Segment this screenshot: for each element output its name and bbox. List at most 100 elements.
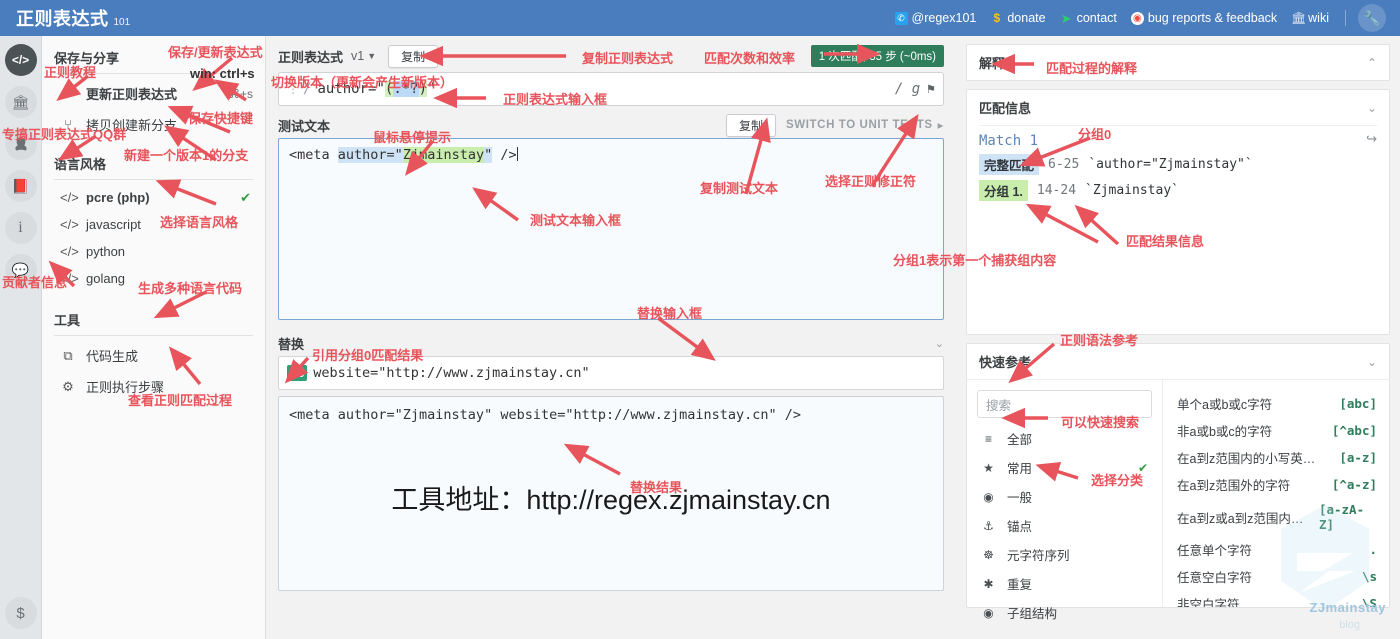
watermark-text: ZJmainstay — [1309, 600, 1386, 615]
annotation-a-group1: 分组1表示第一个捕获组内容 — [893, 253, 1057, 268]
reference-row[interactable]: 任意单个字符 . — [1177, 536, 1377, 563]
dollar-icon: $ — [993, 10, 1001, 25]
chevron-down-icon[interactable]: ⌄ — [1367, 101, 1377, 115]
option-flavor-javascript-label: javascript — [86, 217, 141, 232]
reference-code: \s — [1361, 569, 1377, 584]
test-section-title: 测试文本 — [278, 118, 331, 134]
chevron-down-icon[interactable]: ▼ — [367, 51, 376, 61]
annotation-a-view-steps: 查看正则匹配过程 — [128, 393, 233, 408]
match-label: Match 1 — [979, 133, 1039, 149]
annotation-a-quick-search: 可以快速搜索 — [1061, 415, 1140, 430]
explanation-title: 解释 — [979, 56, 1006, 71]
option-code-generator[interactable]: ⧉ 代码生成 — [42, 340, 265, 371]
annotation-a-save-share: 保存/更新表达式 — [168, 45, 263, 60]
layers-icon: ≡ — [984, 431, 992, 446]
header-link-bugs-label: bug reports & feedback — [1147, 11, 1278, 25]
header-link-bugs[interactable]: ◉ bug reports & feedback — [1127, 9, 1281, 27]
explanation-card-header[interactable]: 解释 ⌃ — [967, 45, 1389, 80]
header-link-donate[interactable]: $ donate — [986, 9, 1049, 27]
chevron-down-icon[interactable]: ⌄ — [935, 337, 944, 350]
category-quantifiers[interactable]: ✱ 重复 — [977, 569, 1152, 598]
reference-desc: 单个a或b或c字符 — [1177, 398, 1273, 412]
chevron-right-icon[interactable]: ▸ — [938, 118, 944, 132]
divider — [54, 179, 253, 180]
reference-code: [abc] — [1339, 396, 1377, 411]
flag-icon[interactable]: ⚑ — [927, 82, 935, 97]
option-flavor-python-label: python — [86, 244, 126, 259]
chevron-down-icon[interactable]: ⌄ — [1367, 355, 1377, 369]
annotation-a-qq-group: 专搞正则表达式QQ群 — [2, 127, 127, 142]
quick-reference-header[interactable]: 快速参考 ⌄ — [967, 344, 1389, 379]
category-group-constructs[interactable]: ◉ 子组结构 — [977, 598, 1152, 627]
github-icon: ◉ — [1130, 11, 1144, 25]
reference-row[interactable]: 在a到z范围外的字符 [^a-z] — [1177, 471, 1377, 498]
option-update-regex[interactable]: ↻ 更新正则表达式 ⌘+s — [42, 78, 265, 109]
rail-item-info[interactable]: i — [4, 212, 37, 244]
regex-flags[interactable]: / g ⚑ — [895, 81, 935, 97]
library-icon: 🏛 — [11, 93, 30, 110]
share-icon[interactable]: ↪ — [1366, 131, 1377, 147]
match-info-header[interactable]: 匹配信息 ⌄ — [967, 90, 1389, 125]
match-info-title: 匹配信息 — [979, 101, 1032, 116]
rail-item-donate[interactable]: $ — [4, 597, 37, 629]
category-quantifiers-label: 重复 — [1007, 578, 1033, 592]
replacement-token: $0 — [287, 365, 308, 381]
option-code-generator-label: 代码生成 — [86, 349, 139, 364]
rail-item-book[interactable]: 📕 — [4, 170, 37, 202]
option-flavor-pcre-label: pcre (php) — [86, 190, 150, 205]
reference-row[interactable]: 任意空白字符 \s — [1177, 563, 1377, 590]
regex-section-title: 正则表达式 — [278, 49, 344, 65]
test-string-input[interactable]: <meta author="Zjmainstay" /> — [278, 138, 944, 320]
match-count-badge: 1 次匹配, 35 步 (~0ms) — [810, 45, 944, 67]
test-text-match-end: " — [484, 147, 493, 163]
reference-row[interactable]: 在a到z或a到z范围内的… [a-zA-Z] — [1177, 498, 1377, 536]
rail-item-library[interactable]: 🏛 — [4, 86, 37, 118]
reference-row[interactable]: 在a到z范围内的小写英语字… [a-z] — [1177, 444, 1377, 471]
annotation-a-win-shortcut: win: ctrl+s — [190, 66, 255, 81]
match-row-full: 完整匹配 6-25 `author="Zjmainstay"` — [979, 154, 1377, 175]
asterisk-icon: ✱ — [983, 576, 994, 591]
center-column: 正则表达式 v1 ▼ 复制 1 次匹配, 35 步 (~0ms) ⋮ / aut… — [266, 36, 956, 639]
header-link-wiki[interactable]: 🏛 wiki — [1287, 9, 1333, 27]
donate-dollar-icon: $ — [16, 604, 25, 622]
copy-regex-button[interactable]: 复制 — [388, 44, 439, 68]
chevron-up-icon[interactable]: ⌃ — [1367, 56, 1377, 70]
annotation-a-copy-regex: 复制正则表达式 — [582, 51, 674, 66]
reference-desc: 任意单个字符 — [1177, 544, 1253, 558]
reference-desc: 非空白字符 — [1177, 598, 1240, 607]
annotation-a-copy-test: 复制测试文本 — [700, 181, 779, 196]
group-icon: ◉ — [983, 605, 994, 620]
check-icon: ✔ — [240, 189, 251, 205]
category-anchors[interactable]: ⚓ 锚点 — [977, 511, 1152, 540]
annotation-a-explain: 匹配过程的解释 — [1046, 61, 1138, 76]
option-update-regex-shortcut: ⌘+s — [227, 86, 253, 101]
group1-value: `Zjmainstay` — [1085, 183, 1179, 198]
regex-version-label[interactable]: v1 — [351, 49, 364, 63]
reference-row[interactable]: 单个a或b或c字符 [abc] — [1177, 390, 1377, 417]
category-meta-sequences[interactable]: ☸ 元字符序列 — [977, 540, 1152, 569]
header-link-twitter[interactable]: ✆ @regex101 — [891, 9, 981, 27]
switch-to-unit-tests-link[interactable]: SWITCH TO UNIT TESTS — [786, 119, 933, 131]
wrench-icon[interactable]: 🔧 — [1358, 4, 1386, 32]
option-flavor-python[interactable]: </> python — [42, 238, 265, 265]
rail-item-code[interactable]: </> — [4, 44, 37, 76]
replacement-rest: website="http://www.zjmainstay.cn" — [313, 365, 590, 381]
reference-code: [^a-z] — [1331, 477, 1377, 492]
annotation-a-match-result: 匹配结果信息 — [1126, 234, 1205, 249]
match-row-group1: 分组 1. 14-24 `Zjmainstay` — [979, 180, 1377, 201]
options-section-title-tools: 工具 — [54, 313, 81, 328]
reference-desc: 在a到z范围外的字符 — [1177, 479, 1291, 493]
copy-test-string-button[interactable]: 复制 — [726, 113, 777, 137]
header-link-contact[interactable]: ➤ contact — [1056, 9, 1121, 27]
debugger-icon: ⚙ — [62, 378, 74, 394]
annotation-a-select-flags: 选择正则修正符 — [825, 174, 917, 189]
replace-section-title: 替换 — [278, 336, 305, 352]
brand[interactable]: 正则表达式 101 — [16, 5, 130, 31]
annotation-a-contributor: 贡献者信息 — [2, 275, 68, 290]
reference-row[interactable]: 非a或b或c的字符 [^abc] — [1177, 417, 1377, 444]
reference-code: [a-zA-Z] — [1318, 502, 1365, 532]
quick-reference-list: 单个a或b或c字符 [abc] 非a或b或c的字符 [^abc] 在a到z范围内… — [1163, 380, 1389, 607]
group1-tag: 分组 1. — [979, 180, 1028, 201]
reference-desc: 在a到z范围内的小写英语字… — [1177, 452, 1327, 466]
option-flavor-pcre[interactable]: </> pcre (php) ✔ — [42, 184, 265, 211]
